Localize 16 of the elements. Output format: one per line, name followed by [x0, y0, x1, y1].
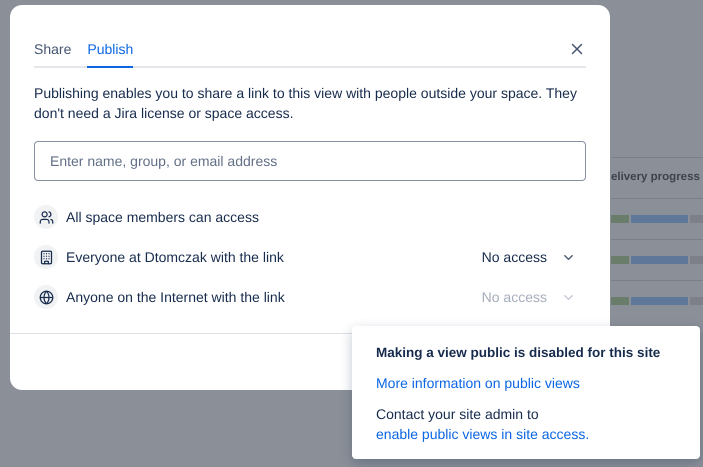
people-icon — [38, 210, 54, 224]
popover-message: Contact your site admin to enable public views in site access. — [376, 405, 590, 444]
tab[interactable]: Share — [34, 39, 72, 68]
description: Publishing enables you to share a link to this view with people outside your space. They don't need a Jira license or space access. — [34, 84, 578, 123]
settings-link[interactable]: enable public views in site access. — [376, 426, 590, 442]
access-dropdown[interactable]: No access — [482, 246, 576, 268]
access-label: All space members can access — [66, 208, 259, 227]
tab[interactable]: Publish — [87, 39, 134, 68]
info-link[interactable]: More information on public views — [376, 373, 580, 394]
building-icon — [38, 250, 54, 264]
popover-title: Making a view public is disabled for this site — [376, 344, 662, 362]
globe-icon — [38, 290, 54, 304]
search-field[interactable]: Enter name, group, or email address — [34, 141, 586, 181]
column-header: elivery progress — [611, 170, 700, 186]
access-label: Anyone on the Internet with the link — [66, 288, 285, 307]
access-label: Everyone at Dtomczak with the link — [66, 248, 284, 267]
